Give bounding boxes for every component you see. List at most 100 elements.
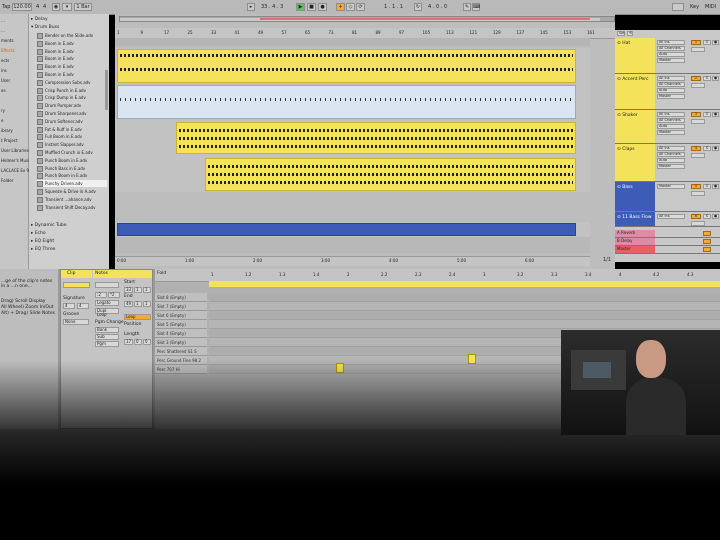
return-track-header[interactable]: B Delay (615, 238, 720, 246)
browser-file-item[interactable]: Drum Pumper.adv (37, 102, 107, 110)
browser-category[interactable]: Helmer's Music (1, 158, 31, 163)
solo-button[interactable]: S (703, 112, 711, 117)
track-output[interactable]: Master (657, 164, 685, 169)
return-track-header[interactable]: Master (615, 246, 720, 254)
track-name-panel[interactable]: ⊙ Bass (615, 182, 655, 211)
track-header[interactable]: ⊙ Claps All Ins All Channels Auto Master 4 S ● (615, 144, 720, 182)
midi-clip[interactable] (176, 122, 576, 154)
browser-category[interactable]: Effects (1, 48, 15, 53)
return-name-panel[interactable]: B Delay (615, 238, 655, 245)
return-name-panel[interactable]: A Reverb (615, 230, 655, 237)
track-name-panel[interactable]: ⊙ Hat (615, 38, 655, 73)
overview-strip[interactable] (119, 16, 615, 22)
position-display[interactable]: 33 . 4 . 3 (261, 3, 283, 11)
browser-category[interactable]: Folder (1, 178, 13, 183)
lane-shaker[interactable] (115, 120, 590, 154)
tempo-field[interactable]: 120.00 (12, 3, 32, 11)
browser-folder[interactable]: ▸ EQ Three (31, 247, 55, 252)
start-bar[interactable]: 33 (124, 287, 133, 293)
browser-file-item[interactable]: Muffled Crunch in E.adv (37, 149, 107, 156)
end-sixteenth[interactable]: 1 (143, 301, 151, 307)
legato-button[interactable]: Legato (95, 300, 119, 306)
track-header[interactable]: ⊙ Shaker All Ins All Channels Auto Master 3 S ● (615, 110, 720, 144)
note-lane[interactable] (209, 320, 720, 329)
tap-tempo-button[interactable]: Tap (2, 3, 10, 11)
track-channel[interactable]: All Channels (657, 118, 685, 123)
browser-category[interactable]: … (1, 18, 5, 23)
browser-category[interactable]: es (1, 88, 6, 93)
signature-den[interactable]: 4 (43, 3, 46, 11)
browser-file-item[interactable]: Crisp Punch in E.adv (37, 87, 107, 94)
solo-button[interactable]: S (703, 146, 711, 151)
key-map-button[interactable]: Key (690, 3, 699, 11)
track-input[interactable]: All Ins (657, 76, 685, 81)
arm-button[interactable]: ● (712, 184, 719, 189)
play-icon[interactable]: ▶ (296, 3, 305, 11)
midi-clip[interactable] (117, 49, 576, 83)
browser-category[interactable]: e (1, 118, 3, 123)
fold-button[interactable]: Fold (157, 271, 166, 276)
return-activator[interactable] (703, 239, 711, 244)
browser-category[interactable]: t Project (1, 138, 18, 143)
loop-bar[interactable] (209, 281, 720, 287)
track-input[interactable]: All Ins (657, 214, 685, 219)
track-input[interactable]: All Ins (657, 112, 685, 117)
track-header[interactable]: ⊙ Bass Master 5 S ● (615, 182, 720, 212)
track-activator[interactable]: 1 (691, 40, 701, 45)
volume-field[interactable] (691, 119, 705, 124)
track-channel[interactable]: All Channels (657, 46, 685, 51)
lane-bass-flow[interactable] (115, 222, 590, 237)
io-toggle-icon[interactable]: ⟲ (627, 31, 633, 36)
browser-file-item[interactable]: Crisp Dump in E.adv (37, 94, 107, 102)
computer-keyboard-icon[interactable]: ⌨ (472, 3, 480, 11)
groove-select[interactable]: None (63, 319, 89, 325)
loop-length-field[interactable]: 4 . 0 . 0 (428, 3, 447, 11)
return-name-panel[interactable]: Master (615, 246, 655, 253)
record-icon[interactable]: ● (318, 3, 327, 11)
length-sixteenth[interactable]: 0 (143, 339, 151, 345)
clip-sig-num[interactable]: 4 (63, 303, 75, 309)
set-button[interactable]: Set (617, 31, 625, 36)
track-monitor[interactable]: Auto (657, 52, 685, 57)
track-monitor[interactable]: Auto (657, 158, 685, 163)
arm-button[interactable]: ● (712, 76, 719, 81)
track-header[interactable]: ⊙ Hat All Ins All Channels Auto Master 1 S ● (615, 38, 720, 74)
browser-folder[interactable]: ▸ Dynamic Tube (31, 223, 67, 228)
end-bar[interactable]: 49 (124, 301, 133, 307)
note-lane[interactable] (209, 311, 720, 320)
clip-sig-den[interactable]: 4 (77, 303, 89, 309)
track-activator[interactable]: 3 (691, 112, 701, 117)
track-activator[interactable]: 5 (691, 184, 701, 189)
overdub-icon[interactable]: + (336, 3, 345, 11)
solo-button[interactable]: S (703, 184, 711, 189)
track-input[interactable]: All Ins (657, 146, 685, 151)
automation-arm-icon[interactable]: ◇ (346, 3, 355, 11)
midi-clip[interactable] (205, 158, 576, 191)
clip-name-field[interactable] (63, 282, 90, 288)
track-input[interactable]: All Ins (657, 40, 685, 45)
browser-category[interactable]: ins (1, 68, 7, 73)
signature-num[interactable]: 4 (36, 3, 39, 11)
loop-brace-area[interactable] (115, 38, 590, 46)
metronome-icon[interactable]: ◉ (52, 3, 60, 11)
note-lane[interactable] (209, 293, 720, 302)
volume-field[interactable] (691, 191, 705, 196)
arm-button[interactable]: ● (712, 214, 719, 219)
volume-field[interactable] (691, 83, 705, 88)
quantize-menu[interactable]: 1 Bar (74, 3, 92, 11)
track-output[interactable]: Master (657, 94, 685, 99)
volume-field[interactable] (691, 221, 705, 226)
arm-button[interactable]: ● (712, 146, 719, 151)
browser-file-item[interactable]: Boom in E.adv (37, 48, 107, 55)
solo-button[interactable]: S (703, 40, 711, 45)
length-beat[interactable]: 0 (134, 339, 142, 345)
drum-rack-slot[interactable]: Slot 6 (Empty) (155, 311, 207, 320)
drum-rack-slot[interactable]: Slot 5 (Empty) (155, 320, 207, 329)
time-ruler[interactable]: 0:00 1:00 2:00 3:00 4:00 5:00 6:00 (115, 256, 590, 266)
browser-category[interactable]: … (1, 28, 5, 33)
browser-file-item[interactable]: Drum Sharpener.adv (37, 110, 107, 117)
browser-folder[interactable]: ▸ Echo (31, 231, 46, 236)
stop-icon[interactable]: ■ (307, 3, 316, 11)
browser-file-item[interactable]: Punch Bass in E.adv (37, 165, 107, 172)
track-activator[interactable]: 2 (691, 76, 701, 81)
